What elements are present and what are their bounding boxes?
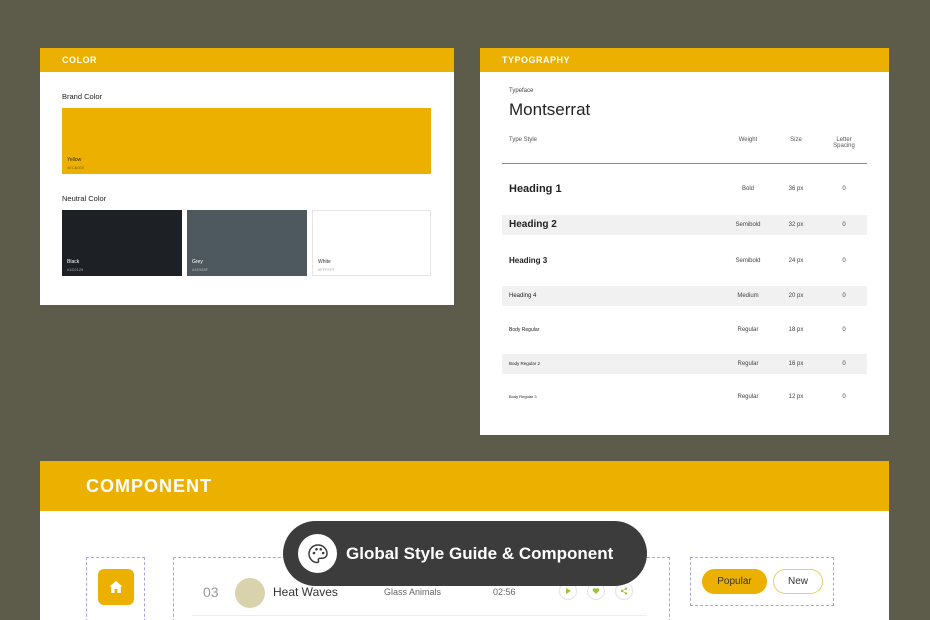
column-letter-spacing-line2: Spacing [833,143,855,149]
swatch-black-name: Black [67,259,80,265]
color-panel: COLOR Brand Color Yellow #ECB000 Neutral… [40,48,454,305]
home-button[interactable] [98,569,134,605]
component-panel-header: COMPONENT [40,461,889,511]
brand-color-label: Brand Color [62,92,103,101]
type-weight: Bold [741,186,754,192]
type-weight: Regular [737,361,759,367]
type-size: 36 px [788,186,804,192]
type-style-name: Body Regular [509,327,540,333]
tag-new[interactable]: New [773,569,823,594]
type-letter-spacing: 0 [842,186,846,192]
track-title[interactable]: Heat Waves [273,585,338,599]
swatch-white-hex: #FFFFFF [318,267,335,272]
neutral-color-label: Neutral Color [62,194,107,203]
type-letter-spacing: 0 [842,327,846,333]
palette-icon [307,543,328,563]
type-letter-spacing: 0 [842,293,846,299]
column-weight: Weight [738,137,758,143]
swatch-grey: Grey #4E585F [187,210,307,276]
type-row-body-regular-2: Body Regular 2 Regular 16 px 0 [502,354,867,374]
swatch-yellow-hex: #ECB000 [67,165,85,170]
type-style-name: Heading 1 [509,183,562,195]
swatch-white-name: White [318,259,331,265]
type-row-body-regular: Body Regular Regular 18 px 0 [502,320,867,340]
heart-icon [592,588,600,594]
typeface-name: Montserrat [509,100,591,119]
type-weight: Regular [737,327,759,333]
color-panel-header: COLOR [40,48,454,72]
track-artist[interactable]: Glass Animals [384,587,441,597]
type-letter-spacing: 0 [842,394,846,400]
type-style-name: Body Regular 2 [509,361,541,366]
share-icon [620,587,628,595]
type-weight: Semibold [735,222,761,228]
play-icon [566,588,571,594]
type-size: 24 px [788,258,804,264]
track-divider [192,615,647,616]
type-letter-spacing: 0 [842,222,846,228]
type-size: 16 px [788,361,804,367]
swatch-white: White #FFFFFF [312,210,431,276]
typeface-label: Typeface [509,88,534,94]
type-row-heading-4: Heading 4 Medium 20 px 0 [502,286,867,306]
home-icon [109,581,123,593]
type-style-name: Heading 2 [509,219,557,230]
type-weight: Semibold [735,258,761,264]
swatch-yellow-name: Yellow [67,157,82,163]
swatch-black: Black #1D2125 [62,210,182,276]
type-letter-spacing: 0 [842,258,846,264]
type-row-heading-3: Heading 3 Semibold 24 px 0 [502,251,867,271]
typography-panel: TYPOGRAPHY Typeface Montserrat Type Styl… [480,48,889,435]
album-art [235,578,265,608]
type-size: 20 px [788,293,804,299]
title-badge: Global Style Guide & Component [283,521,647,586]
typography-panel-header: TYPOGRAPHY [480,48,889,72]
column-size: Size [790,137,802,143]
column-letter-spacing: Letter Spacing [824,137,864,149]
type-weight: Regular [737,394,759,400]
column-type-style: Type Style [509,137,538,143]
swatch-black-hex: #1D2125 [67,267,84,272]
swatch-grey-name: Grey [192,259,203,265]
tag-pills-frame: Popular New [690,557,834,606]
type-row-heading-1: Heading 1 Bold 36 px 0 [502,179,867,199]
swatch-yellow: Yellow #ECB000 [62,108,431,174]
title-badge-text: Global Style Guide & Component [346,544,614,563]
type-row-heading-2: Heading 2 Semibold 32 px 0 [502,215,867,235]
swatch-grey-hex: #4E585F [192,267,209,272]
tag-popular[interactable]: Popular [702,569,767,594]
type-weight: Medium [737,293,759,299]
track-duration: 02:56 [493,587,516,597]
palette-icon-circle [298,534,337,573]
type-style-name: Body Regular 3 [509,394,537,399]
type-size: 32 px [788,222,804,228]
track-number: 03 [203,584,219,600]
type-style-name: Heading 4 [509,293,537,299]
type-letter-spacing: 0 [842,361,846,367]
type-size: 12 px [788,394,804,400]
type-size: 18 px [788,327,804,333]
header-divider [502,163,867,164]
home-button-frame [86,557,145,620]
type-style-name: Heading 3 [509,256,548,265]
type-row-body-regular-3: Body Regular 3 Regular 12 px 0 [502,387,867,407]
